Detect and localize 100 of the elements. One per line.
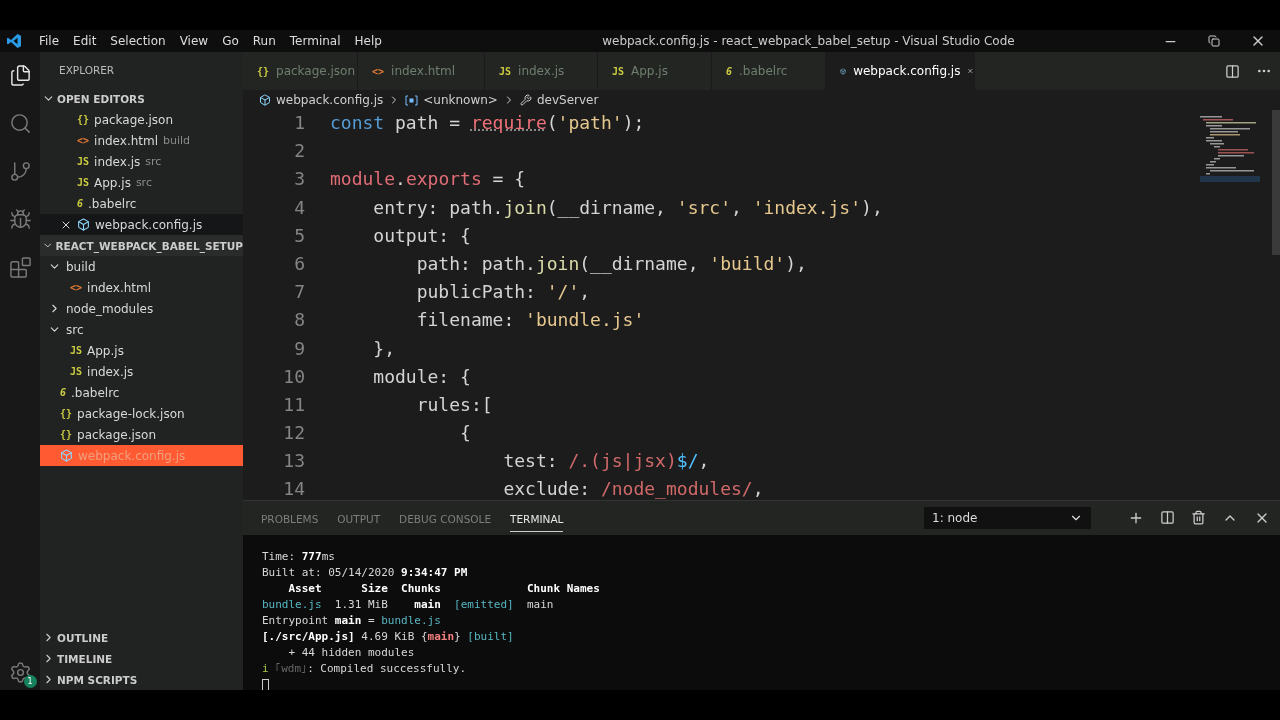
menu-item[interactable]: Terminal [282, 34, 348, 48]
files-icon[interactable] [8, 64, 32, 87]
tree-item[interactable]: JS App.js [40, 340, 243, 361]
symbol-icon [405, 94, 419, 106]
terminal-line: Time: 777ms [262, 549, 336, 565]
file-type-icon: {} [60, 429, 73, 440]
terminal-select[interactable]: 1: node [924, 507, 1091, 529]
code-line: test: /.(js|jsx)$/, [502, 450, 711, 473]
panel-tab[interactable]: PROBLEMS [261, 504, 319, 532]
file-type-icon: JS [77, 156, 90, 167]
line-number: 5 [293, 224, 305, 247]
breadcrumb[interactable]: <unknown> [423, 93, 498, 107]
tree-item[interactable]: 6 .babelrc [40, 382, 243, 403]
source-control-icon[interactable] [8, 160, 32, 183]
file-type-icon: JS [70, 366, 83, 377]
panel-tab[interactable]: TERMINAL [510, 504, 564, 532]
terminal-line: Asset Size Chunks Chunk Names [287, 581, 601, 597]
file-type-icon: 6 [77, 198, 84, 209]
file-type-icon: {} [257, 65, 270, 77]
menu-item[interactable]: Go [215, 34, 246, 48]
terminal-line: [./src/App.js] 4.69 KiB {main} [built] [262, 629, 515, 645]
code-line: rules:[ [415, 393, 494, 416]
breadcrumb[interactable]: webpack.config.js [276, 93, 384, 107]
menu-item[interactable]: View [172, 34, 216, 48]
panel-tab[interactable]: OUTPUT [337, 504, 381, 532]
search-icon[interactable] [8, 112, 32, 135]
tree-item[interactable]: build [40, 256, 243, 277]
line-number: 1 [293, 112, 305, 134]
menu-item[interactable]: Help [347, 34, 389, 48]
open-editor-item[interactable]: <> index.html build [40, 130, 243, 151]
folder-hint: build [163, 134, 191, 147]
menu-item[interactable]: Edit [66, 34, 104, 48]
line-number: 4 [293, 196, 305, 219]
panel-tab[interactable]: DEBUG CONSOLE [399, 504, 492, 532]
file-type-icon: <> [77, 135, 90, 146]
file-type-icon: <> [70, 282, 83, 293]
folder-hint: src [135, 176, 152, 189]
code-line: path: path.join(__dirname, 'build'), [415, 252, 808, 275]
scrollbar-thumb[interactable] [1272, 110, 1280, 255]
line-number: 2 [293, 140, 305, 163]
line-number: 14 [282, 478, 305, 500]
open-editor-item[interactable]: 6 .babelrc [40, 193, 243, 214]
line-number: 8 [293, 309, 305, 332]
tree-item[interactable]: {} package.json [40, 424, 243, 445]
terminal-line: bundle.js 1.31 MiB main [emitted] main [262, 597, 555, 613]
window-title: webpack.config.js - react_webpack_babel_setup - Visual Studio Code [602, 34, 1015, 48]
line-number: 10 [282, 365, 305, 388]
code-line: entry: path.join(__dirname, 'src', 'index.js'), [372, 196, 884, 219]
code-line: exclude: /node_modules/, [502, 478, 765, 500]
open-editor-item[interactable]: JS index.js src [40, 151, 243, 172]
extensions-icon[interactable] [8, 256, 32, 279]
debug-icon[interactable] [8, 208, 32, 231]
code-line: output: { [372, 224, 472, 247]
file-type-icon: JS [612, 65, 625, 77]
section-header[interactable]: NPM SCRIPTS [57, 673, 138, 686]
sidebar-title: EXPLORER [58, 63, 116, 78]
code-line: filename: 'bundle.js' [415, 309, 646, 332]
file-type-icon: 6 [726, 65, 733, 77]
tree-item[interactable]: JS index.js [40, 361, 243, 382]
tree-item[interactable]: node_modules [40, 298, 243, 319]
line-number: 13 [282, 450, 305, 473]
settings-icon[interactable] [8, 661, 32, 684]
section-header[interactable]: OUTLINE [57, 631, 109, 644]
file-type-icon: {} [60, 408, 73, 419]
open-editor-item[interactable]: JS App.js src [40, 172, 243, 193]
restore-icon[interactable] [1208, 35, 1220, 47]
terminal-line: Entrypoint main = bundle.js [262, 613, 442, 629]
cube-icon [77, 218, 90, 231]
tree-item[interactable]: <> index.html [40, 277, 243, 298]
menu-item[interactable]: Run [245, 34, 283, 48]
breadcrumb[interactable]: devServer [536, 93, 599, 107]
terminal-line: Built at: 05/14/2020 9:34:47 PM [262, 565, 469, 581]
file-type-icon: {} [77, 114, 90, 125]
section-header[interactable]: OPEN EDITORS [57, 92, 145, 105]
line-number: 9 [293, 337, 305, 360]
file-type-icon: JS [499, 65, 512, 77]
open-editor-item[interactable]: webpack.config.js [40, 214, 243, 235]
menu-item[interactable]: Selection [103, 34, 173, 48]
line-number: 12 [282, 422, 305, 445]
folder-hint: src [145, 155, 162, 168]
file-type-icon: 6 [60, 387, 67, 398]
line-number: 3 [293, 168, 305, 191]
line-number: 7 [293, 281, 305, 304]
section-header[interactable]: TIMELINE [57, 652, 113, 665]
code-line: module: { [372, 365, 472, 388]
new-terminal-icon[interactable] [1128, 510, 1144, 526]
terminal-line: + 44 hidden modules [287, 645, 416, 661]
minimap-drawing [1200, 116, 1260, 182]
tree-item[interactable]: src [40, 319, 243, 340]
tree-item[interactable]: {} package-lock.json [40, 403, 243, 424]
split-editor-icon[interactable] [1225, 63, 1240, 79]
trash-icon[interactable] [1191, 510, 1206, 525]
open-editor-item[interactable]: {} package.json [40, 109, 243, 130]
line-number: 11 [282, 393, 305, 416]
cube-icon [259, 94, 271, 106]
editor-tab[interactable]: webpack.config.js [826, 52, 975, 90]
split-terminal-icon[interactable] [1160, 510, 1175, 525]
file-type-icon: JS [77, 177, 90, 188]
notification-badge: 1 [23, 675, 37, 688]
menu-item[interactable]: File [32, 34, 67, 48]
